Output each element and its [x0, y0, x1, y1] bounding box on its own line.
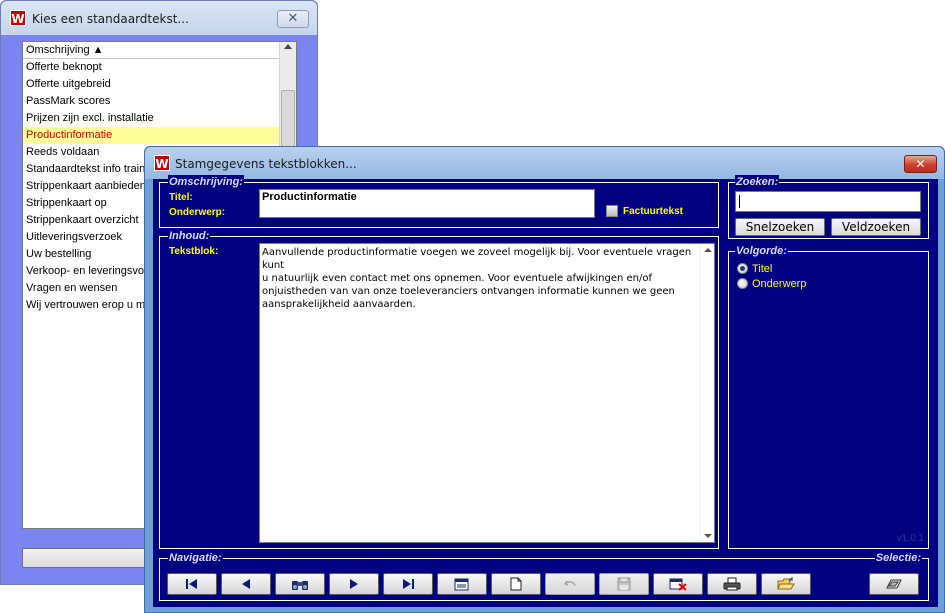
veldzoeken-button[interactable]: Veldzoeken [831, 218, 921, 236]
scrollbar-thumb[interactable] [281, 90, 295, 150]
close-icon: ✕ [287, 11, 299, 26]
scroll-up-icon[interactable] [704, 248, 712, 252]
stamgegevens-titlebar[interactable]: W Stamgegevens tekstblokken... ✕ [145, 147, 944, 179]
search-input[interactable] [735, 191, 921, 212]
factuurtekst-label: Factuurtekst [623, 206, 684, 217]
open-folder-icon [777, 577, 795, 590]
scroll-down-icon[interactable] [704, 534, 712, 538]
titel-label: Titel: [169, 192, 193, 203]
print-button[interactable] [707, 573, 757, 595]
zoeken-group: Zoeken: Snelzoeken Veldzoeken [728, 175, 929, 239]
titel-input[interactable]: Productinformatie [262, 191, 357, 203]
tekstblok-line: Aanvullende productinformatie voegen we … [262, 247, 692, 271]
onderwerp-label: Onderwerp: [169, 207, 226, 218]
first-record-icon [186, 579, 197, 589]
delete-record-button[interactable] [653, 573, 703, 595]
delete-record-icon [669, 578, 687, 591]
new-record-button[interactable] [491, 573, 541, 595]
group-label: Omschrijving: [168, 175, 244, 189]
inhoud-group: Inhoud: Tekstblok: Aanvullende productin… [159, 229, 719, 549]
app-logo-icon: W [154, 155, 170, 171]
window-title: Kies een standaardtekst... [32, 12, 189, 26]
radio-onderwerp[interactable] [737, 278, 748, 289]
tekstblok-line: u natuurlijk even contact met ons opneme… [262, 273, 653, 284]
group-label: Zoeken: [735, 175, 780, 189]
selection-icon [886, 579, 902, 589]
omschrijving-group: Omschrijving: Titel: Onderwerp: Producti… [159, 175, 719, 228]
binoculars-icon [292, 581, 308, 590]
undo-icon [563, 580, 576, 587]
last-record-button[interactable] [383, 573, 433, 595]
group-label: Volgorde: [735, 244, 788, 258]
snelzoeken-button[interactable]: Snelzoeken [735, 218, 825, 236]
tekstblok-scrollbar[interactable] [700, 244, 714, 542]
tekstblok-line: onjuistheden van van onze toeleverancier… [262, 286, 675, 297]
list-item-selected[interactable]: Productinformatie [23, 127, 279, 144]
new-record-icon [510, 577, 522, 591]
tekstblok-textarea[interactable]: Aanvullende productinformatie voegen we … [259, 243, 715, 543]
group-label: Inhoud: [168, 229, 211, 243]
group-label: Navigatie: [168, 551, 223, 565]
radio-titel[interactable] [737, 263, 748, 274]
last-record-icon [403, 579, 414, 589]
edit-record-button[interactable] [437, 573, 487, 595]
next-record-button[interactable] [329, 573, 379, 595]
list-item[interactable]: Offerte beknopt [23, 59, 279, 76]
close-button[interactable]: ✕ [277, 10, 309, 28]
previous-record-button[interactable] [221, 573, 271, 595]
print-icon [723, 577, 741, 591]
save-icon [617, 577, 631, 591]
search-record-button[interactable] [275, 573, 325, 595]
app-logo-icon: W [10, 10, 26, 26]
undo-button[interactable] [545, 573, 595, 595]
stamgegevens-window: W Stamgegevens tekstblokken... ✕ Omschri… [144, 146, 945, 613]
selectie-label: Selectie: [874, 551, 922, 565]
volgorde-group: Volgorde: Titel Onderwerp v1.0.1 [728, 244, 929, 549]
column-header-omschrijving[interactable]: Omschrijving ▲ [23, 42, 279, 59]
radio-titel-label[interactable]: Titel [752, 263, 772, 275]
list-item[interactable]: Offerte uitgebreid [23, 76, 279, 93]
previous-record-icon [242, 579, 250, 589]
window-title: Stamgegevens tekstblokken... [175, 157, 357, 171]
text-caret [739, 195, 740, 208]
tekstblok-label: Tekstblok: [169, 246, 219, 257]
titel-onderwerp-field[interactable]: Productinformatie [259, 189, 595, 218]
list-item[interactable]: Prijzen zijn excl. installatie [23, 110, 279, 127]
open-folder-button[interactable] [761, 573, 811, 595]
tekstblok-content: Aanvullende productinformatie voegen we … [262, 246, 700, 311]
standaardtekst-titlebar[interactable]: W Kies een standaardtekst... ✕ [1, 1, 317, 35]
edit-record-icon [454, 578, 469, 591]
list-item[interactable]: PassMark scores [23, 93, 279, 110]
save-button[interactable] [599, 573, 649, 595]
tekstblok-line: aansprakelijkheid aanvaarden. [262, 299, 416, 310]
close-icon: ✕ [915, 157, 926, 171]
selection-button[interactable] [869, 573, 919, 595]
first-record-button[interactable] [167, 573, 217, 595]
version-label: v1.0.1 [896, 533, 924, 544]
next-record-icon [350, 579, 358, 589]
scroll-up-icon[interactable] [284, 44, 292, 49]
radio-onderwerp-label[interactable]: Onderwerp [752, 278, 806, 290]
close-button[interactable]: ✕ [904, 155, 937, 173]
form-client-area: Omschrijving: Titel: Onderwerp: Producti… [153, 175, 938, 607]
factuurtekst-checkbox[interactable] [606, 205, 618, 217]
